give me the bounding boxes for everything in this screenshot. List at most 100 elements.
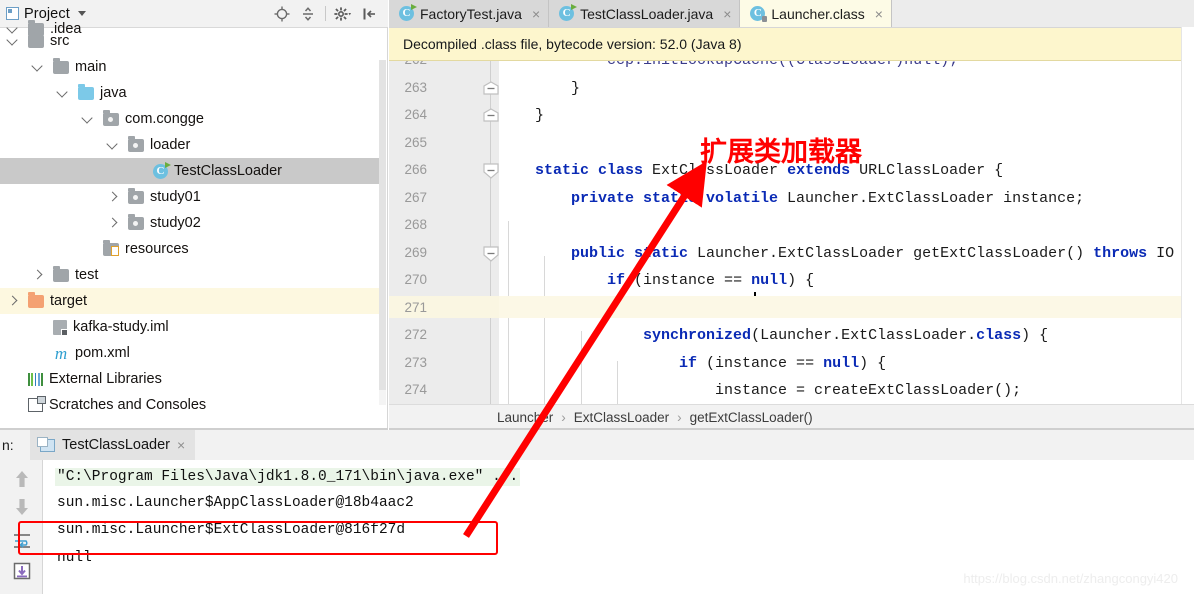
tree-item-java[interactable]: java [0,80,380,106]
indent-guide [544,256,545,409]
run-tool-window: n: TestClassLoader × "C:\Program Files\J… [0,430,1194,594]
source-folder-icon [78,83,94,100]
editor-tab-bar: C FactoryTest.java × C TestClassLoader.java ×… [389,0,1194,28]
close-icon[interactable]: × [177,437,185,453]
line-number: 266 [404,162,427,177]
editor-tabbar-filler [891,0,1194,27]
code-line[interactable]: instance = createExtClassLoader(); [499,382,1021,400]
chevron-right-icon[interactable] [106,216,120,230]
breadcrumb[interactable]: Launcher › ExtClassLoader › getExtClassLoade… [389,404,1194,429]
chevron-right-icon[interactable] [106,190,120,204]
libraries-icon [28,372,43,386]
tree-item-main[interactable]: main [0,54,380,80]
code-keyword: class [976,327,1022,344]
code-line[interactable]: if (instance == null) { [499,272,814,290]
close-icon[interactable]: × [723,6,731,22]
tree-item-com-congge[interactable]: com.congge [0,106,380,132]
code-line[interactable]: } [499,107,544,125]
indent-guide [617,361,618,409]
editor-tab-factorytest-java[interactable]: C FactoryTest.java × [389,0,550,27]
tree-item-pom-xml[interactable]: m pom.xml [0,340,380,366]
code-token: ) { [787,272,815,289]
editor-gutter[interactable]: 262 263 264 265 266 267 268 269 270 271 272 273 274 [389,61,499,409]
tree-item-src[interactable]: src [0,28,380,54]
editor-marker-strip[interactable] [1181,27,1194,404]
tree-item-study01[interactable]: study01 [0,184,380,210]
close-icon[interactable]: × [875,6,883,22]
java-class-icon: C [153,161,171,179]
code-keyword: null [751,272,788,289]
tree-no-arrow [31,320,45,334]
tree-item-label: pom.xml [75,345,130,361]
tree-item-external-libraries[interactable]: External Libraries [0,366,380,392]
code-token: IO [1156,244,1175,262]
panel-splitter-vertical[interactable] [387,27,388,428]
code-token: } [499,107,545,124]
notification-text: Decompiled .class file, bytecode version… [403,36,742,52]
tree-item-kafka-study-iml[interactable]: kafka-study.iml [0,314,380,340]
code-token: ccp.initLookupCache((ClassLoader)null); [499,61,958,69]
tree-item-test[interactable]: test [0,262,380,288]
tree-item-label: loader [150,137,191,153]
chevron-down-icon[interactable] [6,34,20,48]
code-keyword: public static [499,244,698,262]
code-token: (Launcher.ExtClassLoader. [751,327,977,344]
code-token: (instance == [706,354,824,372]
iml-file-icon [53,319,68,336]
code-token: (instance == [634,272,752,289]
tree-item-study02[interactable]: study02 [0,210,380,236]
down-arrow-icon[interactable] [12,496,32,518]
fold-marker-icon[interactable] [483,163,499,179]
project-tree-scrollbar[interactable] [379,60,386,405]
package-icon [128,213,144,230]
console-line[interactable]: "C:\Program Files\Java\jdk1.8.0_171\bin\… [55,468,521,486]
scroll-to-end-icon[interactable] [12,560,32,582]
tree-item-scratches-and-consoles[interactable]: Scratches and Consoles [0,392,380,418]
code-line[interactable]: private static volatile Launcher.ExtClas… [499,190,1084,208]
line-number: 267 [404,189,427,205]
code-line[interactable]: ccp.initLookupCache((ClassLoader)null); [499,61,958,70]
java-class-icon: C [559,4,578,21]
run-configuration-tab[interactable]: TestClassLoader × [30,430,196,460]
package-icon [128,187,144,204]
chevron-down-icon[interactable] [56,86,70,100]
maven-file-icon: m [54,343,68,363]
code-line[interactable]: public static Launcher.ExtClassLoader ge… [499,245,1174,263]
code-editor[interactable]: 262263264265266267268269270271272273274 … [389,61,1194,409]
line-number: 269 [404,244,427,260]
breadcrumb-item[interactable]: ExtClassLoader [574,410,669,425]
chevron-down-icon[interactable] [81,112,95,126]
chevron-right-icon[interactable] [31,268,45,282]
breadcrumb-item[interactable]: getExtClassLoader() [690,410,813,425]
up-arrow-icon[interactable] [12,468,32,490]
tree-item-label: main [75,59,107,75]
close-icon[interactable]: × [532,6,540,22]
breadcrumb-separator: › [677,409,682,425]
tree-item-target[interactable]: target [0,288,380,314]
code-line[interactable]: } [499,80,580,98]
indent-guide [581,331,582,409]
tree-item-label: com.congge [125,111,204,127]
fold-marker-icon[interactable] [483,245,499,262]
tree-item-resources[interactable]: resources [0,236,380,262]
tree-no-arrow [31,346,45,360]
breadcrumb-item[interactable]: Launcher [497,410,553,425]
fold-marker-icon[interactable] [483,108,499,123]
editor-tab-testclassloader-java[interactable]: C TestClassLoader.java × [549,0,741,27]
chevron-down-icon[interactable] [31,60,45,74]
code-token: } [499,79,581,97]
chevron-right-icon[interactable] [6,294,20,308]
chevron-down-icon[interactable] [106,138,120,152]
project-tool-window[interactable]: Project .idea src main java com.congge loader… [0,0,388,428]
code-text[interactable]: ccp.initLookupCache((ClassLoader)null); … [499,61,1194,409]
tree-item-loader[interactable]: loader [0,132,380,158]
editor-tab-launcher-class[interactable]: C Launcher.class × [740,0,892,27]
code-token: Launcher.ExtClassLoader instance; [787,189,1085,207]
fold-marker-icon[interactable] [483,80,499,96]
console-line[interactable]: sun.misc.Launcher$AppClassLoader@18b4aac… [57,495,414,511]
code-line[interactable]: if (instance == null) { [499,355,886,373]
tree-item-testclassloader[interactable]: C TestClassLoader [0,158,380,184]
line-number: 264 [404,107,427,122]
line-number: 271 [404,299,427,315]
